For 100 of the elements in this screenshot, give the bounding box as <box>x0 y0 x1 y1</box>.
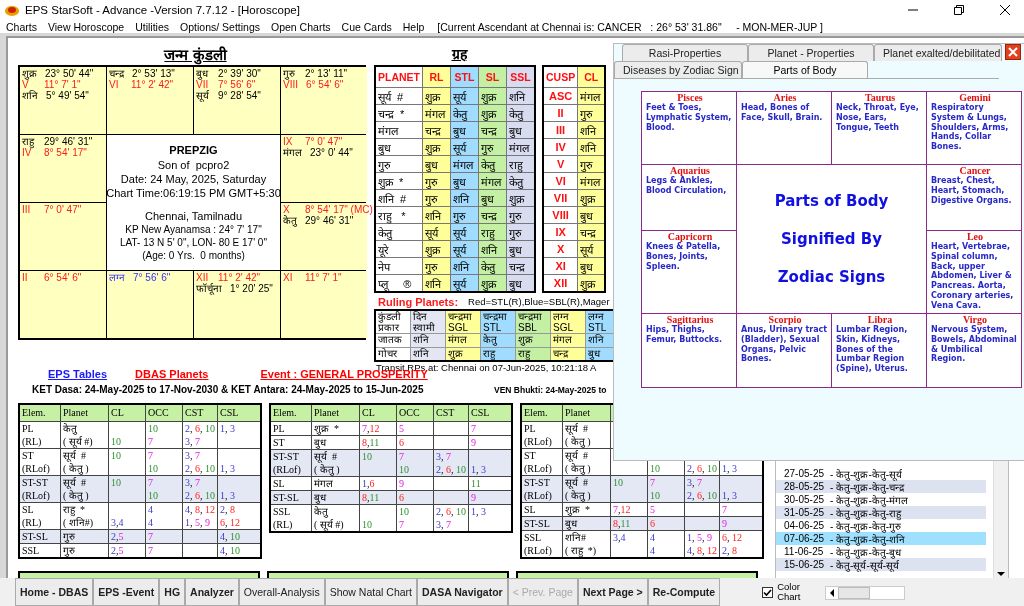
period-list-item[interactable]: 04-06-25 - केतु-शुक्र-केतु-गुरु <box>776 519 986 532</box>
planet-name: शनि <box>22 90 38 101</box>
table-cell: 8,11 <box>610 516 648 531</box>
table-cell: 7,12 <box>359 421 397 436</box>
table-cell: 10 <box>145 489 183 503</box>
table-cell: 1,6 <box>359 476 397 491</box>
column-header: OCC <box>396 404 434 422</box>
column-header: Planet <box>562 404 611 422</box>
degree-value: 23° 50' 44" <box>45 68 94 79</box>
dasa-heading: KET Dasa: 24-May-2025 to 17-Nov-2030 & KET Antara: 24-May-2025 to 15-Jun-2025 <box>32 384 425 395</box>
center-heading: Zodiac Signs <box>777 268 886 286</box>
table-cell: मंगल <box>311 476 360 491</box>
chart-info-text: KP New Ayanamsa : 24° 7' 17" <box>125 222 262 236</box>
tab[interactable]: Planet exalted/debilitated <box>874 44 1002 61</box>
degree-value: 2° 13' 11" <box>305 68 348 79</box>
column-header: SSL <box>506 66 535 88</box>
table-cell: 7 <box>396 518 434 532</box>
table-cell: सूर्य # <box>311 449 360 463</box>
planet-name: शुक्र <box>22 68 37 79</box>
toolbar-button[interactable]: Overall-Analysis <box>238 578 325 606</box>
toolbar-button[interactable]: Next Page > <box>577 578 648 606</box>
menu-item[interactable]: Cue Cards <box>341 20 392 33</box>
table-cell: 4, 10 <box>217 543 261 558</box>
body-parts-text: Feet & Toes, Lymphatic System, Blood. <box>646 103 733 133</box>
period-list-item[interactable]: 30-05-25 - केतु-शुक्र-केतु-मंगल <box>776 493 986 506</box>
planet-name: बुध <box>196 68 209 79</box>
chart-info-text: (Age: 0 Yrs. 0 months) <box>142 248 245 262</box>
tab[interactable]: Diseases by Zodiac Sign <box>614 61 742 78</box>
toolbar-button[interactable]: Home - DBAS <box>15 578 94 606</box>
table-cell: 10 <box>610 475 648 489</box>
period-list-item[interactable]: 07-06-25 - केतु-शुक्र-केतु-शनि <box>776 532 986 545</box>
table-cell: SSL <box>19 543 61 558</box>
table-cell: ST-SL <box>270 490 312 505</box>
toolbar-button[interactable]: DASA Navigator <box>417 578 508 606</box>
window-title: EPS StarSoft - Advance -Version 7.7.12 - [Horoscope] <box>25 4 300 16</box>
table-cell: (RLof) <box>521 435 563 449</box>
table-cell: 2, 6, 10 <box>433 504 469 518</box>
table-cell: PL <box>270 421 312 436</box>
degree-value: 1° 20' 25" <box>230 283 273 294</box>
column-header: Planet <box>60 404 109 422</box>
tab[interactable]: Planet - Properties <box>748 44 874 61</box>
table-cell: 9 <box>396 476 434 491</box>
chart-info-text: Chennai, Tamilnadu <box>145 208 242 223</box>
table-cell: ( केतु ) <box>562 435 611 449</box>
link[interactable]: DBAS Planets <box>135 368 209 380</box>
table-cell: (RLof) <box>19 462 61 476</box>
menu-item[interactable]: Charts <box>6 20 37 33</box>
planet-name: फॉर्चूना <box>196 283 222 294</box>
toolbar-button[interactable]: EPS -Event <box>93 578 160 606</box>
toolbar-button[interactable]: Analyzer <box>185 578 239 606</box>
table-cell: ST <box>270 435 312 450</box>
table-cell: 8,11 <box>359 490 397 505</box>
column-header: चन्द्रमा SGL <box>445 310 481 334</box>
sign-name: Gemini <box>958 92 992 103</box>
table-cell: बुध <box>311 435 360 450</box>
sign-name: Scorpio <box>767 314 802 325</box>
menu-item[interactable]: View Horoscope <box>47 20 125 33</box>
table-cell: 7 <box>145 475 183 489</box>
menu-item[interactable]: Utilities <box>135 20 170 33</box>
table-cell: 6 <box>647 516 685 531</box>
table-cell: सूर्य # <box>60 448 109 462</box>
menu-item[interactable]: Open Charts <box>271 20 331 33</box>
sign-name: Leo <box>965 231 985 242</box>
table-cell: 1, 5, 9 <box>182 516 218 530</box>
table-cell: 3, 7 <box>182 475 218 489</box>
table-cell: 3, 7 <box>684 475 720 489</box>
column-header: लग्न SGL <box>550 310 586 334</box>
cusp-number: IV <box>22 147 32 158</box>
table-cell: SL <box>270 476 312 491</box>
period-list-item[interactable]: 15-06-25 - केतु-सूर्य-सूर्य-सूर्य <box>776 558 986 571</box>
degree-value: 9° 28' 54" <box>218 90 261 101</box>
period-list-item[interactable]: 31-05-25 - केतु-शुक्र-केतु-राहु <box>776 506 986 519</box>
table-cell: ( राहु *) <box>562 544 611 558</box>
period-list-item[interactable]: 28-05-25 - केतु-शुक्र-केतु-चन्द्र <box>776 480 986 493</box>
tab[interactable]: Parts of Body <box>742 61 868 78</box>
table-cell: बुध <box>562 516 611 531</box>
table-cell: 1, 3 <box>217 462 261 476</box>
tab[interactable]: Rasi-Properties <box>622 44 748 61</box>
center-heading: Signified By <box>781 230 882 248</box>
table-cell: 4, 10 <box>217 529 261 544</box>
table-cell: 1, 3 <box>468 504 512 518</box>
toolbar-button[interactable]: HG <box>159 578 186 606</box>
table-cell: ( केतु ) <box>60 489 109 503</box>
period-list-item[interactable]: 11-06-25 - केतु-शुक्र-केतु-बुध <box>776 545 986 558</box>
column-header: चन्द्रमा STL <box>480 310 516 334</box>
table-cell: 2, 6, 10 <box>182 489 218 503</box>
period-list-item[interactable]: 27-05-25 - केतु-शुक्र-केतु-सूर्य <box>776 467 986 480</box>
table-cell: सूर्य # <box>562 421 611 435</box>
table-cell: 4 <box>145 516 183 530</box>
menu-item[interactable]: Help <box>402 20 425 33</box>
table-cell: 1, 5, 9 <box>684 530 720 544</box>
toolbar-button[interactable]: Show Natal Chart <box>324 578 417 606</box>
degree-value: 8° 54' 17" <box>44 147 87 158</box>
column-header: OCC <box>145 404 183 422</box>
link[interactable]: EPS Tables <box>48 368 108 380</box>
table-cell: राहु * <box>60 502 109 516</box>
sign-name: Aquarius <box>669 165 710 176</box>
toolbar-button[interactable]: Re-Compute <box>647 578 721 606</box>
menu-item[interactable]: Options/ Settings <box>180 20 260 33</box>
lagna-label: लग्न <box>109 272 125 283</box>
